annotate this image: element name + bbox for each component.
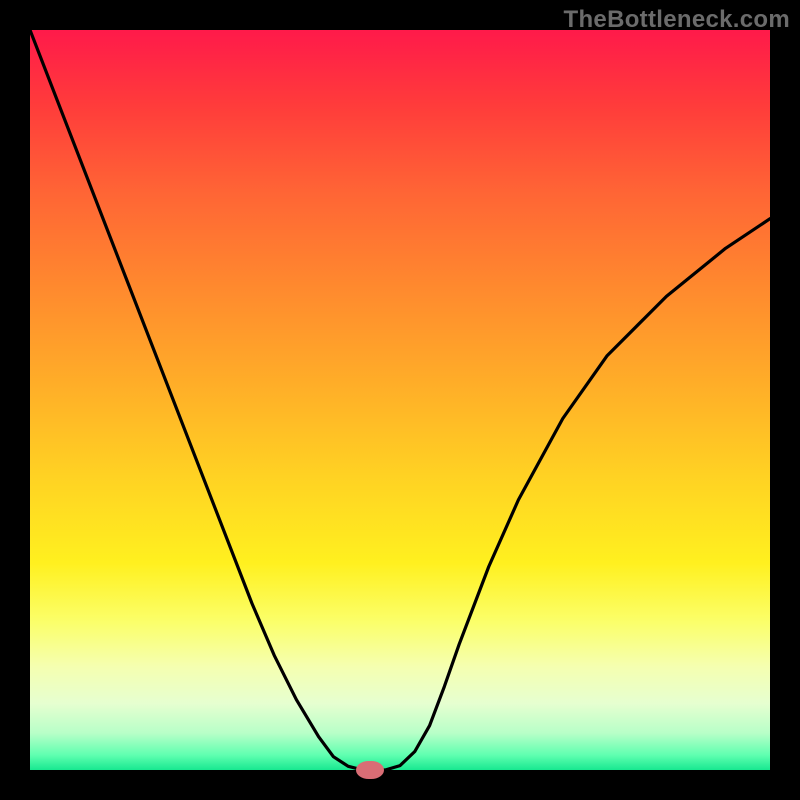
minimum-marker: [356, 761, 384, 779]
curve-svg: [30, 30, 770, 770]
chart-frame: TheBottleneck.com: [0, 0, 800, 800]
plot-area: [30, 30, 770, 770]
bottleneck-curve: [30, 30, 770, 770]
watermark-text: TheBottleneck.com: [564, 6, 790, 34]
